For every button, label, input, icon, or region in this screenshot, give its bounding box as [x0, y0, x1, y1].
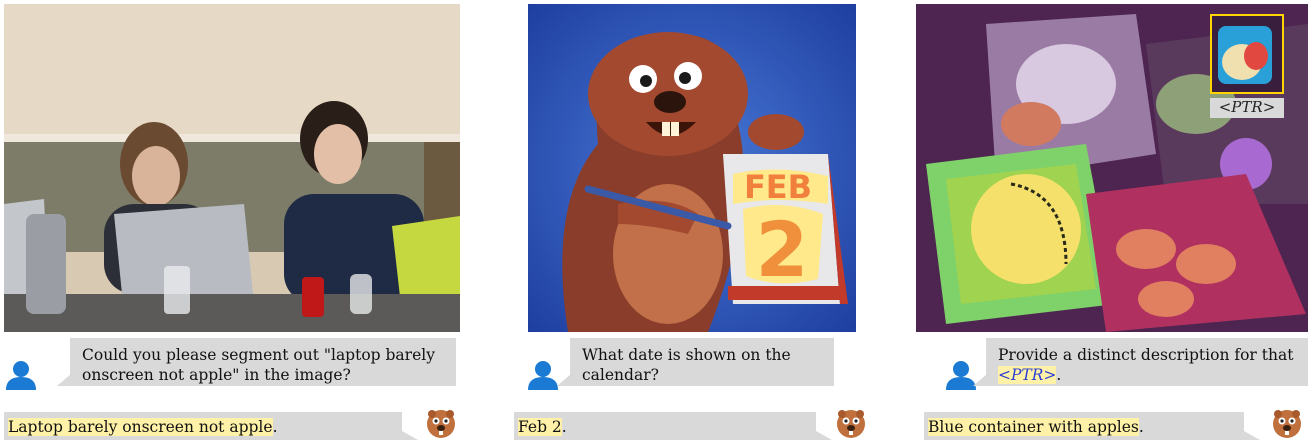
user-icon: [4, 360, 38, 394]
beaver-avatar-icon: [834, 406, 868, 444]
user-question-bubble: Provide a distinct description for that …: [973, 338, 1308, 386]
photo-beaver-calendar: FEB 2: [528, 4, 856, 332]
user-question-text: What date is shown on the calendar?: [582, 346, 791, 384]
user-question-bubble: What date is shown on the calendar?: [557, 338, 834, 386]
assistant-answer-bubble: Laptop barely onscreen not apple.: [4, 412, 418, 440]
assistant-answer-bubble: Feb 2.: [514, 412, 832, 440]
user-icon: [526, 360, 560, 394]
user-question-text: Could you please segment out "laptop bar…: [82, 346, 435, 384]
question-post: .: [1056, 366, 1062, 384]
photo-women-laptops: [4, 4, 460, 332]
user-question-bubble: Could you please segment out "laptop bar…: [57, 338, 456, 386]
question-pre: Provide a distinct description for that: [998, 346, 1294, 364]
ptr-label: <PTR>: [1210, 98, 1284, 118]
assistant-answer-bubble: Blue container with apples.: [924, 412, 1260, 440]
answer-highlight: Blue container with apples: [928, 418, 1139, 436]
answer-tail: .: [1138, 418, 1144, 436]
calendar-month: FEB: [744, 168, 812, 206]
ptr-thumbnail: [1210, 14, 1284, 94]
answer-tail: .: [561, 418, 567, 436]
answer-tail: .: [272, 418, 278, 436]
beaver-avatar-icon: [424, 406, 458, 444]
question-ptr-token: <PTR>: [998, 366, 1057, 384]
answer-highlight: Feb 2: [518, 418, 562, 436]
answer-highlight: Laptop barely onscreen not apple: [8, 418, 273, 436]
calendar-day: 2: [756, 205, 809, 294]
beaver-avatar-icon: [1270, 406, 1304, 444]
